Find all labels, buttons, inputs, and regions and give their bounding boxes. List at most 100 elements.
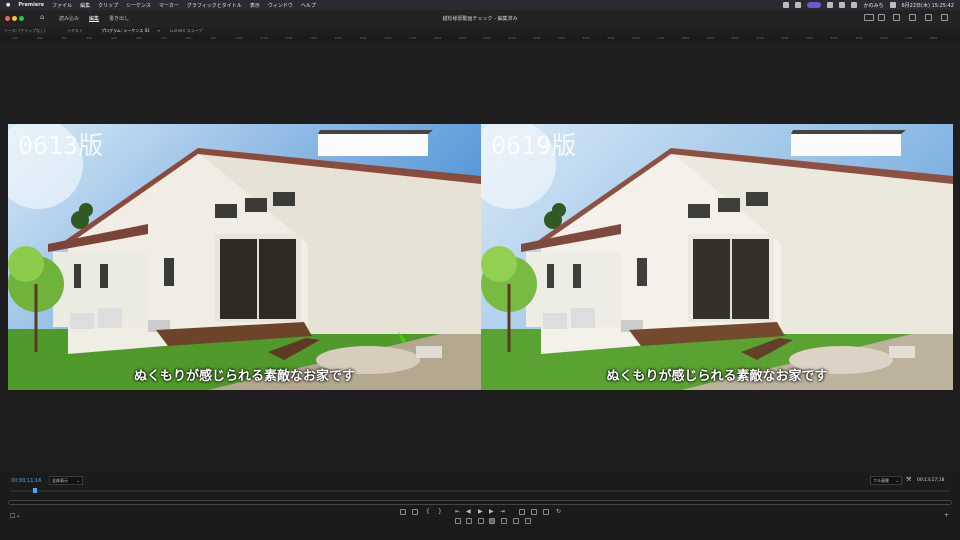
ruler-tick-label: 3000 (731, 36, 739, 40)
step-forward-icon[interactable]: ▶ (489, 508, 494, 515)
zoom-scroll-bar[interactable] (8, 500, 952, 505)
control-center-icon[interactable] (807, 2, 822, 8)
subtitle-right: ぬくもりが感じられる素敵なお家です (606, 369, 828, 384)
ruler-tick-label: 1600 (384, 36, 392, 40)
status-icon[interactable] (839, 2, 846, 8)
ruler-tick-label: 1200 (284, 36, 293, 40)
ruler-tick-label: 2300 (557, 36, 566, 40)
ruler-tick-label: 3200 (780, 36, 789, 40)
menu-help[interactable]: ヘルプ (301, 2, 316, 9)
step-back-icon[interactable]: ◀ (466, 508, 471, 515)
ruler-tick-label: 400 (86, 36, 93, 40)
workspaces-icon[interactable] (864, 14, 874, 21)
playhead[interactable] (33, 488, 37, 493)
menu-edit[interactable]: 編集 (80, 2, 90, 9)
compare-icon[interactable] (478, 518, 484, 524)
house-image-right (481, 124, 953, 390)
mark-in-icon[interactable] (412, 509, 418, 515)
share-icon[interactable] (893, 14, 900, 21)
ruler-tick-label: 3800 (929, 36, 938, 40)
ruler-tick-label: 1400 (334, 36, 343, 40)
extract-icon[interactable] (531, 509, 537, 515)
ruler-tick-label: 2700 (656, 36, 665, 40)
safe-margins-icon[interactable] (455, 518, 461, 524)
app-header: ⌂ 読み込み 編集 書き出し 越松様邸動画チェック - 編集済み (0, 10, 960, 28)
menu-clip[interactable]: クリップ (98, 2, 118, 9)
menu-window[interactable]: ウィンドウ (268, 2, 293, 9)
add-button-icon[interactable]: + (944, 512, 949, 519)
search-icon[interactable] (889, 2, 896, 8)
zoom-icon[interactable] (925, 14, 932, 21)
ruler-tick-label: 500 (111, 36, 117, 40)
app-menu[interactable]: Premiere (18, 2, 44, 8)
add-marker-icon[interactable] (400, 509, 406, 515)
duration-timecode: 00;13;17;18 (917, 478, 945, 483)
overlay-icon[interactable] (466, 518, 472, 524)
menu-graphics[interactable]: グラフィックとタイトル (187, 2, 242, 9)
zoom-level-select[interactable]: 全体表示 ⌄ (49, 476, 83, 485)
chevron-down-icon: ⌄ (76, 478, 80, 483)
tab-source[interactable]: ソース: (クリップなし) (4, 28, 46, 34)
export-frame-icon[interactable] (543, 509, 549, 515)
tab-lumetri[interactable]: Lumetri スコープ (170, 28, 202, 34)
layout-icon[interactable] (878, 14, 885, 21)
fullscreen-icon[interactable] (909, 14, 916, 21)
ruler-tick-label: 900 (210, 36, 217, 40)
clock[interactable]: 6月22日(木) 15:25:42 (902, 2, 955, 9)
tab-menu-icon[interactable]: ≡ (157, 28, 160, 33)
ruler-tick-label: 800 (185, 36, 192, 40)
ruler-tick-label: 1000 (235, 36, 243, 40)
version-label-right: 0619版 (491, 131, 577, 160)
lift-icon[interactable] (519, 509, 525, 515)
wifi-icon[interactable] (851, 2, 858, 8)
marker-settings-icon[interactable]: □⌄ (10, 512, 21, 519)
playback-scrubber[interactable] (10, 490, 950, 492)
house-image-left (8, 124, 481, 390)
ruler-tick-label: 3300 (805, 36, 814, 40)
ruler-tick-label: 3400 (830, 36, 839, 40)
out-point-icon[interactable]: } (438, 508, 442, 515)
ruler-tick-label: 200 (36, 36, 43, 40)
ruler-tick-label: 3100 (756, 36, 764, 40)
ruler-tick-label: 1100 (260, 36, 268, 40)
go-to-in-icon[interactable]: ⇤ (455, 508, 460, 515)
mac-menubar: ● Premiere ファイル 編集 クリップ シーケンス マーカー グラフィッ… (0, 0, 960, 10)
zoom-level-value: 全体表示 (52, 478, 68, 483)
in-point-icon[interactable]: { (426, 508, 430, 515)
panel-tab-bar: ソース: (クリップなし) テキスト プログラム: シーケンス 01 ≡ Lum… (0, 27, 960, 35)
user-name[interactable]: かのみち (863, 2, 883, 9)
menu-marker[interactable]: マーカー (159, 2, 179, 9)
menu-view[interactable]: 表示 (250, 2, 260, 9)
split-view-icon[interactable] (489, 518, 495, 524)
go-to-out-icon[interactable]: ⇥ (500, 508, 505, 515)
status-icon[interactable] (795, 2, 802, 8)
play-icon[interactable]: ▶ (478, 508, 483, 515)
tab-program[interactable]: プログラム: シーケンス 01 (101, 28, 150, 34)
resolution-select[interactable]: フル画質 ⌄ (870, 476, 902, 485)
wrench-icon[interactable]: ⚒ (906, 476, 911, 483)
ruler-tick-label: 2800 (681, 36, 690, 40)
tab-text[interactable]: テキスト (67, 28, 83, 34)
ruler-tick-label: 1500 (359, 36, 367, 40)
resolution-value: フル画質 (873, 478, 889, 483)
current-timecode[interactable]: 00;00;11;16 (11, 478, 42, 484)
apple-menu-icon[interactable]: ● (6, 2, 10, 8)
ruler-tick-label: 2000 (483, 36, 491, 40)
ruler-tick-label: 3700 (904, 36, 913, 40)
loop-icon[interactable]: ↻ (556, 508, 561, 515)
share-icon[interactable] (525, 518, 531, 524)
ruler-tick-label: 3600 (880, 36, 888, 40)
status-icon[interactable] (827, 2, 834, 8)
menu-sequence[interactable]: シーケンス (126, 2, 151, 9)
vr-view-icon[interactable] (501, 518, 507, 524)
version-label-left: 0613版 (18, 131, 104, 160)
video-frame-right: 0619版 ぬくもりが感じられる素敵なお家です (481, 124, 953, 390)
ruler-tick-label: 700 (160, 36, 167, 40)
menu-file[interactable]: ファイル (52, 2, 72, 9)
quick-export-icon[interactable] (941, 14, 948, 21)
ruler-tick-label: 3500 (855, 36, 863, 40)
subtitle-left: ぬくもりが感じられる素敵なお家です (133, 369, 355, 384)
multicam-icon[interactable] (513, 518, 519, 524)
status-icon[interactable] (783, 2, 790, 8)
ruler-tick-label: 2600 (632, 36, 640, 40)
